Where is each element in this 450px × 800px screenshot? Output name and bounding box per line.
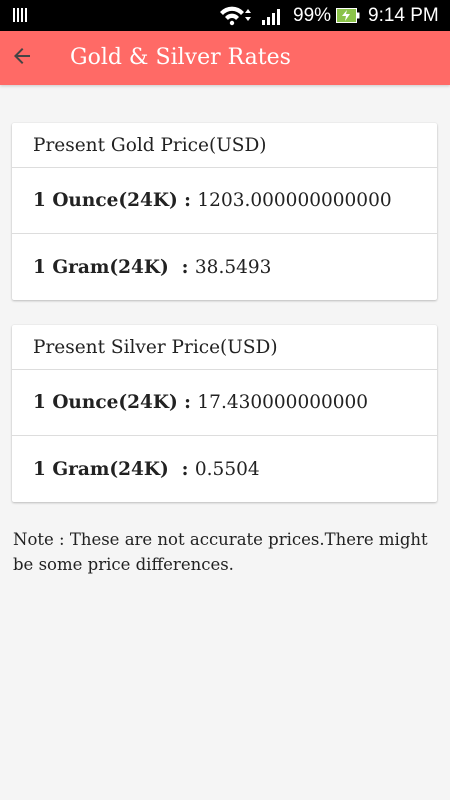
gold-gram-label: 1 Gram(24K) : (33, 256, 195, 278)
gold-price-card: Present Gold Price(USD) 1 Ounce(24K) : 1… (12, 123, 437, 300)
silver-card-header: Present Silver Price(USD) (12, 325, 437, 370)
status-time: 9:14 PM (368, 5, 439, 26)
silver-ounce-label: 1 Ounce(24K) : (33, 392, 198, 413)
gold-card-header: Present Gold Price(USD) (12, 123, 437, 168)
silver-gram-label: 1 Gram(24K) : (33, 458, 195, 480)
gold-ounce-row: 1 Ounce(24K) : 1203.000000000000 (12, 168, 437, 234)
silver-ounce-value: 17.430000000000 (197, 392, 369, 413)
gold-ounce-label: 1 Ounce(24K) : (33, 190, 198, 211)
wifi-icon (219, 6, 255, 31)
back-button[interactable] (6, 42, 38, 74)
silver-gram-value: 0.5504 (194, 458, 260, 480)
gold-gram-value: 38.5493 (194, 256, 272, 278)
app-bar: Gold & Silver Rates (0, 31, 450, 85)
silver-gram-row: 1 Gram(24K) : 0.5504 (12, 436, 437, 502)
gold-ounce-value: 1203.000000000000 (197, 190, 392, 211)
disclaimer-note: Note : These are not accurate prices.The… (13, 530, 428, 574)
battery-percent: 99% (293, 5, 332, 26)
arrow-left-icon (10, 44, 34, 72)
gold-gram-row: 1 Gram(24K) : 38.5493 (12, 234, 437, 300)
status-bar: 99% 9:14 PM (0, 0, 450, 31)
signal-icon (262, 7, 284, 30)
silver-ounce-row: 1 Ounce(24K) : 17.430000000000 (12, 370, 437, 436)
battery-charging-icon (336, 7, 360, 29)
page-title: Gold & Silver Rates (70, 45, 291, 70)
notification-icon (12, 7, 28, 23)
silver-price-card: Present Silver Price(USD) 1 Ounce(24K) :… (12, 325, 437, 502)
